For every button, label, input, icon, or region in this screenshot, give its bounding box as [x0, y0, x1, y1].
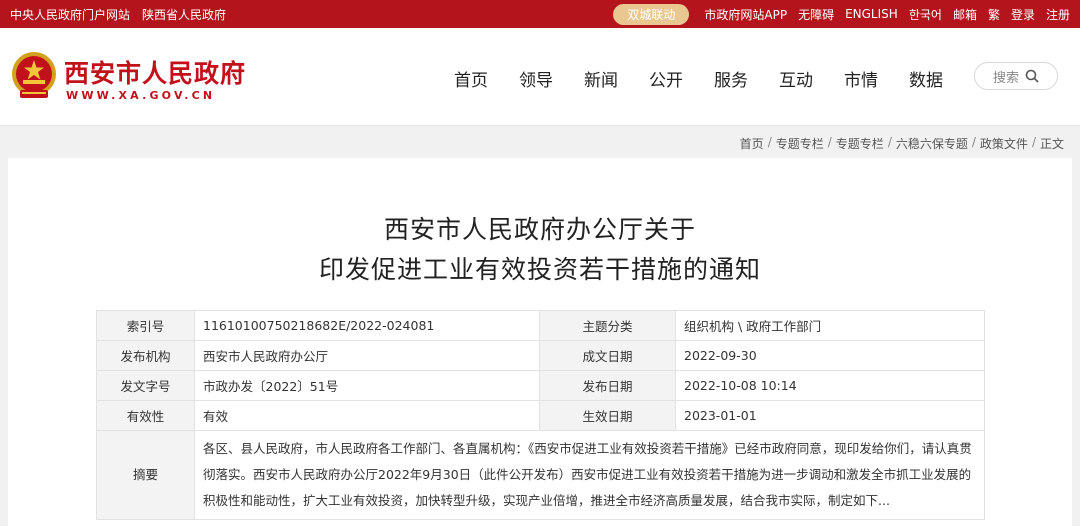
doc-number-value: 市政办发〔2022〕51号 [194, 370, 540, 401]
search-icon[interactable] [1025, 69, 1039, 83]
table-row: 有效性 有效 生效日期 2023-01-01 [96, 400, 985, 431]
validity-value: 有效 [194, 400, 540, 431]
topic-label: 主题分类 [539, 310, 676, 341]
document-meta-table: 索引号 11610100750218682E/2022-024081 主题分类 … [96, 310, 985, 520]
site-domain: WWW.XA.GOV.CN [66, 89, 216, 102]
nav-news[interactable]: 新闻 [584, 66, 618, 91]
nav-leaders[interactable]: 领导 [519, 66, 553, 91]
article-title-line2: 印发促进工业有效投资若干措施的通知 [318, 255, 761, 284]
search-label: 搜索 [992, 70, 1019, 86]
link-register[interactable]: 注册 [1046, 6, 1070, 23]
breadcrumb-separator: / [827, 135, 832, 149]
created-date-label: 成文日期 [539, 340, 676, 371]
link-app[interactable]: 市政府网站APP [704, 6, 787, 23]
link-korean[interactable]: 한국어 [909, 6, 942, 23]
abstract-value: 各区、县人民政府，市人民政府各工作部门、各直属机构：《西安市促进工业有效投资若干… [194, 430, 985, 520]
breadcrumb-topics-2[interactable]: 专题专栏 [836, 135, 884, 152]
top-bar-left: 中央人民政府门户网站 陕西省人民政府 [10, 0, 226, 28]
main-nav: 首页 领导 新闻 公开 服务 互动 市情 数据 [454, 66, 943, 91]
issuer-value: 西安市人民政府办公厅 [194, 340, 540, 371]
breadcrumb-policy-docs[interactable]: 政策文件 [980, 135, 1028, 152]
top-bar: 中央人民政府门户网站 陕西省人民政府 双城联动 市政府网站APP 无障碍 ENG… [0, 0, 1080, 28]
effective-date-label: 生效日期 [539, 400, 676, 431]
breadcrumb-home[interactable]: 首页 [740, 135, 764, 152]
article-title-line1: 西安市人民政府办公厅关于 [383, 215, 696, 244]
link-central-gov[interactable]: 中央人民政府门户网站 [10, 6, 130, 23]
dual-city-linkage-button[interactable]: 双城联动 [613, 3, 690, 25]
topic-value: 组织机构 \ 政府工作部门 [675, 310, 985, 341]
nav-services[interactable]: 服务 [714, 66, 748, 91]
abstract-label: 摘要 [96, 430, 195, 520]
nav-city-info[interactable]: 市情 [844, 66, 878, 91]
table-row: 摘要 各区、县人民政府，市人民政府各工作部门、各直属机构：《西安市促进工业有效投… [96, 430, 985, 520]
search-box[interactable]: 搜索 [974, 62, 1058, 90]
doc-number-label: 发文字号 [96, 370, 195, 401]
link-shaanxi-gov[interactable]: 陕西省人民政府 [142, 6, 226, 23]
link-login[interactable]: 登录 [1011, 6, 1035, 23]
effective-date-value: 2023-01-01 [675, 400, 985, 431]
index-value: 11610100750218682E/2022-024081 [194, 310, 540, 341]
table-row: 发布机构 西安市人民政府办公厅 成文日期 2022-09-30 [96, 340, 985, 371]
national-emblem-icon[interactable] [8, 50, 60, 102]
nav-home[interactable]: 首页 [454, 66, 488, 91]
created-date-value: 2022-09-30 [675, 340, 985, 371]
breadcrumb-separator: / [971, 135, 976, 149]
breadcrumb-separator: / [887, 135, 892, 149]
table-row: 索引号 11610100750218682E/2022-024081 主题分类 … [96, 310, 985, 341]
index-label: 索引号 [96, 310, 195, 341]
article-card: 西安市人民政府办公厅关于 印发促进工业有效投资若干措施的通知 索引号 11610… [8, 158, 1072, 526]
validity-label: 有效性 [96, 400, 195, 431]
issuer-label: 发布机构 [96, 340, 195, 371]
breadcrumb-current: 正文 [1039, 137, 1064, 151]
published-date-value: 2022-10-08 10:14 [675, 370, 985, 401]
link-english[interactable]: ENGLISH [845, 7, 898, 21]
site-title[interactable]: 西安市人民政府 [64, 54, 246, 90]
table-row: 发文字号 市政办发〔2022〕51号 发布日期 2022-10-08 10:14 [96, 370, 985, 401]
site-header: 西安市人民政府 WWW.XA.GOV.CN 首页 领导 新闻 公开 服务 互动 … [0, 28, 1080, 126]
link-traditional[interactable]: 繁 [988, 6, 1000, 23]
link-mailbox[interactable]: 邮箱 [953, 6, 977, 23]
breadcrumb: 首页 / 专题专栏 / 专题专栏 / 六稳六保专题 / 政策文件 / 正文 [740, 135, 1064, 152]
nav-public[interactable]: 公开 [649, 66, 683, 91]
breadcrumb-separator: / [1031, 135, 1036, 149]
nav-interaction[interactable]: 互动 [779, 66, 813, 91]
top-bar-right: 双城联动 市政府网站APP 无障碍 ENGLISH 한국어 邮箱 繁 登录 注册 [613, 0, 1070, 28]
breadcrumb-separator: / [767, 135, 772, 149]
published-date-label: 发布日期 [539, 370, 676, 401]
link-accessibility[interactable]: 无障碍 [798, 6, 834, 23]
nav-data[interactable]: 数据 [909, 66, 943, 91]
breadcrumb-six-stability[interactable]: 六稳六保专题 [896, 135, 968, 152]
breadcrumb-topics[interactable]: 专题专栏 [776, 135, 824, 152]
